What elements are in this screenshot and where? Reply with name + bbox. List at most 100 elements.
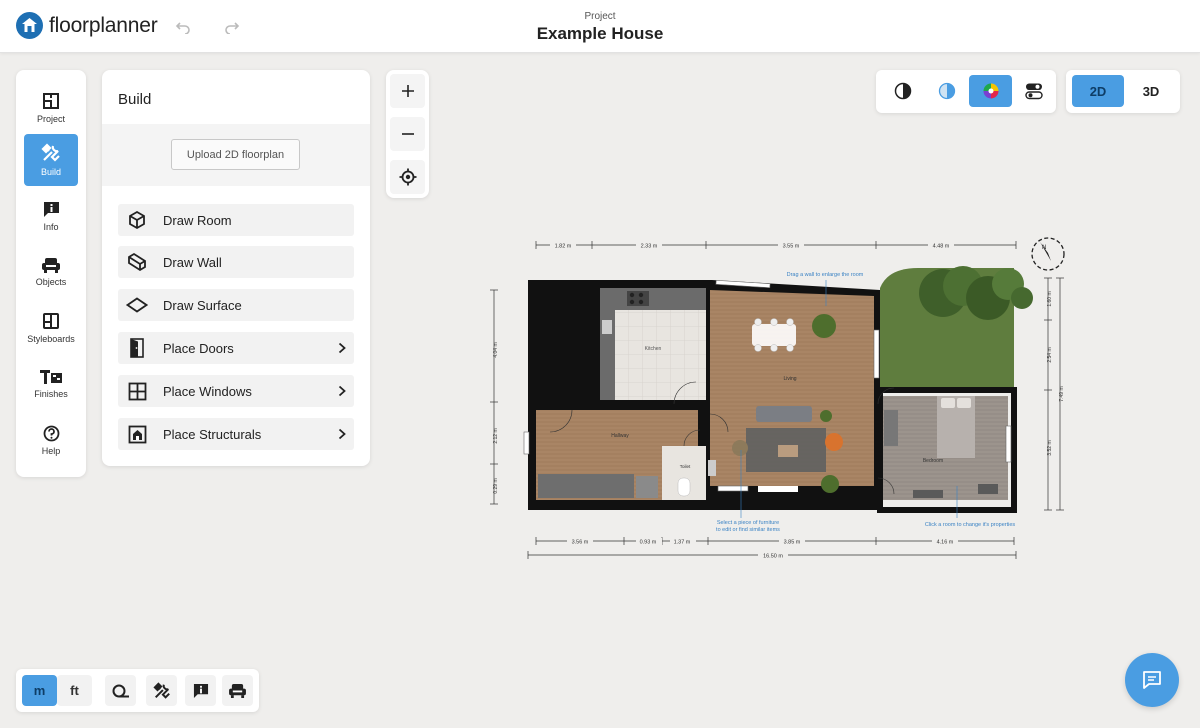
place-structurals-button[interactable]: Place Structurals <box>118 418 354 450</box>
sidebar-item-label: Build <box>40 167 61 177</box>
hint-select-furniture: Select a piece of furniture <box>717 520 779 526</box>
room-label-kitchen: Kitchen <box>645 346 662 352</box>
zoom-in-button[interactable] <box>390 74 425 108</box>
finishes-icon <box>40 370 62 384</box>
half-tone-icon <box>938 82 955 100</box>
plus-icon <box>401 85 414 97</box>
hint-select-furniture-2: to edit or find similar items <box>716 527 780 533</box>
build-tools-button[interactable] <box>146 675 177 706</box>
center-view-button[interactable] <box>390 160 425 194</box>
help-icon <box>43 425 59 441</box>
dimension-toggle: 2D 3D <box>1066 70 1180 113</box>
dimension-label: 4.16 m <box>937 540 954 546</box>
sofa[interactable] <box>756 406 812 422</box>
half-tone-mode-button[interactable] <box>925 75 968 107</box>
measure-button[interactable] <box>105 675 136 706</box>
dimension-label: 2.54 m <box>1047 347 1053 362</box>
project-icon <box>43 93 59 109</box>
plant[interactable] <box>812 314 836 338</box>
upload-floorplan-button[interactable]: Upload 2D floorplan <box>171 139 300 170</box>
panel-title: Build <box>118 91 152 108</box>
sidebar-item-label: Help <box>41 445 61 456</box>
contrast-icon <box>894 82 911 100</box>
dimension-label: 3.56 m <box>572 540 589 546</box>
view-3d-button[interactable]: 3D <box>1125 75 1177 107</box>
place-doors-button[interactable]: Place Doors <box>118 332 354 364</box>
build-tools-icon <box>152 681 170 699</box>
sidebar-item-info[interactable]: Info <box>24 190 78 242</box>
chevron-right-icon <box>330 428 354 440</box>
room-label-bedroom: Bedroom <box>923 458 943 464</box>
project-name[interactable]: Example House <box>0 24 1200 44</box>
room-label-hallway: Hallway <box>611 433 629 439</box>
sofa-icon <box>42 258 60 273</box>
sidebar-item-label: Info <box>43 221 59 232</box>
left-sidebar: Project Build Info Objects Styleboards F… <box>16 70 86 477</box>
draw-room-button[interactable]: Draw Room <box>118 204 354 236</box>
color-mode-button[interactable] <box>969 75 1012 107</box>
place-windows-button[interactable]: Place Windows <box>118 375 354 407</box>
menu-item-label: Draw Room <box>163 212 232 228</box>
dimension-line-left <box>490 289 498 505</box>
sidebar-item-objects[interactable]: Objects <box>24 246 78 298</box>
sidebar-item-label: Project <box>36 114 65 124</box>
chat-button[interactable] <box>1125 653 1179 707</box>
unit-metric-button[interactable]: m <box>22 675 57 706</box>
sidebar-item-help[interactable]: Help <box>24 414 78 466</box>
dimension-total-label: 16.50 m <box>763 554 783 560</box>
dimension-label: 1.60 m <box>1047 291 1053 306</box>
window-icon <box>118 382 152 401</box>
toggles-icon <box>1024 83 1043 100</box>
menu-item-label: Place Doors <box>163 340 234 356</box>
hint-click-room: Click a room to change it's properties <box>925 522 1016 528</box>
display-settings-button[interactable] <box>1012 75 1055 107</box>
dimension-label: 2.33 m <box>641 244 658 250</box>
info-icon <box>43 201 59 217</box>
room-label-living: Living <box>783 376 796 382</box>
upload-area: Upload 2D floorplan <box>102 124 370 186</box>
sidebar-item-styleboards[interactable]: Styleboards <box>24 302 78 354</box>
tree[interactable] <box>919 266 1033 320</box>
minus-icon <box>401 133 414 135</box>
chevron-right-icon <box>330 385 354 397</box>
crosshair-icon <box>399 168 416 186</box>
dimension-label: 1.37 m <box>674 540 691 546</box>
zoom-out-button[interactable] <box>390 117 425 151</box>
build-panel: Build Upload 2D floorplan Draw Room Draw… <box>102 70 370 466</box>
dimension-label: 1.82 m <box>555 244 572 250</box>
sidebar-item-build[interactable]: Build <box>24 134 78 186</box>
dimension-label: 0.93 m <box>640 540 657 546</box>
view-mode-toolbar <box>876 70 1056 113</box>
menu-item-label: Draw Surface <box>163 297 242 313</box>
dimension-label: 4.48 m <box>933 244 950 250</box>
build-tools-icon <box>41 143 60 162</box>
dimension-label: 2.12 m <box>493 428 499 443</box>
floorplan-canvas[interactable]: 1.82 m 2.33 m 3.55 m 4.48 m 4.04 m 2.12 … <box>488 228 1076 568</box>
sidebar-item-label: Styleboards <box>27 334 75 344</box>
sidebar-item-project[interactable]: Project <box>24 82 78 134</box>
sofa-icon <box>229 683 246 698</box>
armchair[interactable] <box>825 433 843 451</box>
sidebar-item-finishes[interactable]: Finishes <box>24 358 78 410</box>
sidebar-item-label: Objects <box>35 277 67 287</box>
draw-surface-button[interactable]: Draw Surface <box>118 289 354 321</box>
info-button[interactable] <box>185 675 216 706</box>
objects-button[interactable] <box>222 675 253 706</box>
dimension-label: 7.49 m <box>1059 386 1065 401</box>
contrast-mode-button[interactable] <box>881 75 924 107</box>
room-label-toilet: Toilet <box>680 464 691 469</box>
menu-item-label: Place Windows <box>163 383 252 399</box>
chat-icon <box>1143 671 1161 689</box>
cube-icon <box>118 210 152 230</box>
unit-imperial-button[interactable]: ft <box>57 675 92 706</box>
compass-icon[interactable]: N <box>1031 237 1065 271</box>
view-2d-button[interactable]: 2D <box>1072 75 1124 107</box>
dimension-label: 3.55 m <box>783 244 800 250</box>
draw-wall-button[interactable]: Draw Wall <box>118 246 354 278</box>
top-bar: floorplanner Project Example House <box>0 0 1200 53</box>
door-icon <box>118 338 152 358</box>
wall-icon <box>118 252 152 272</box>
styleboards-icon <box>43 313 59 329</box>
info-icon <box>193 683 208 698</box>
dimension-label: 3.85 m <box>784 540 801 546</box>
